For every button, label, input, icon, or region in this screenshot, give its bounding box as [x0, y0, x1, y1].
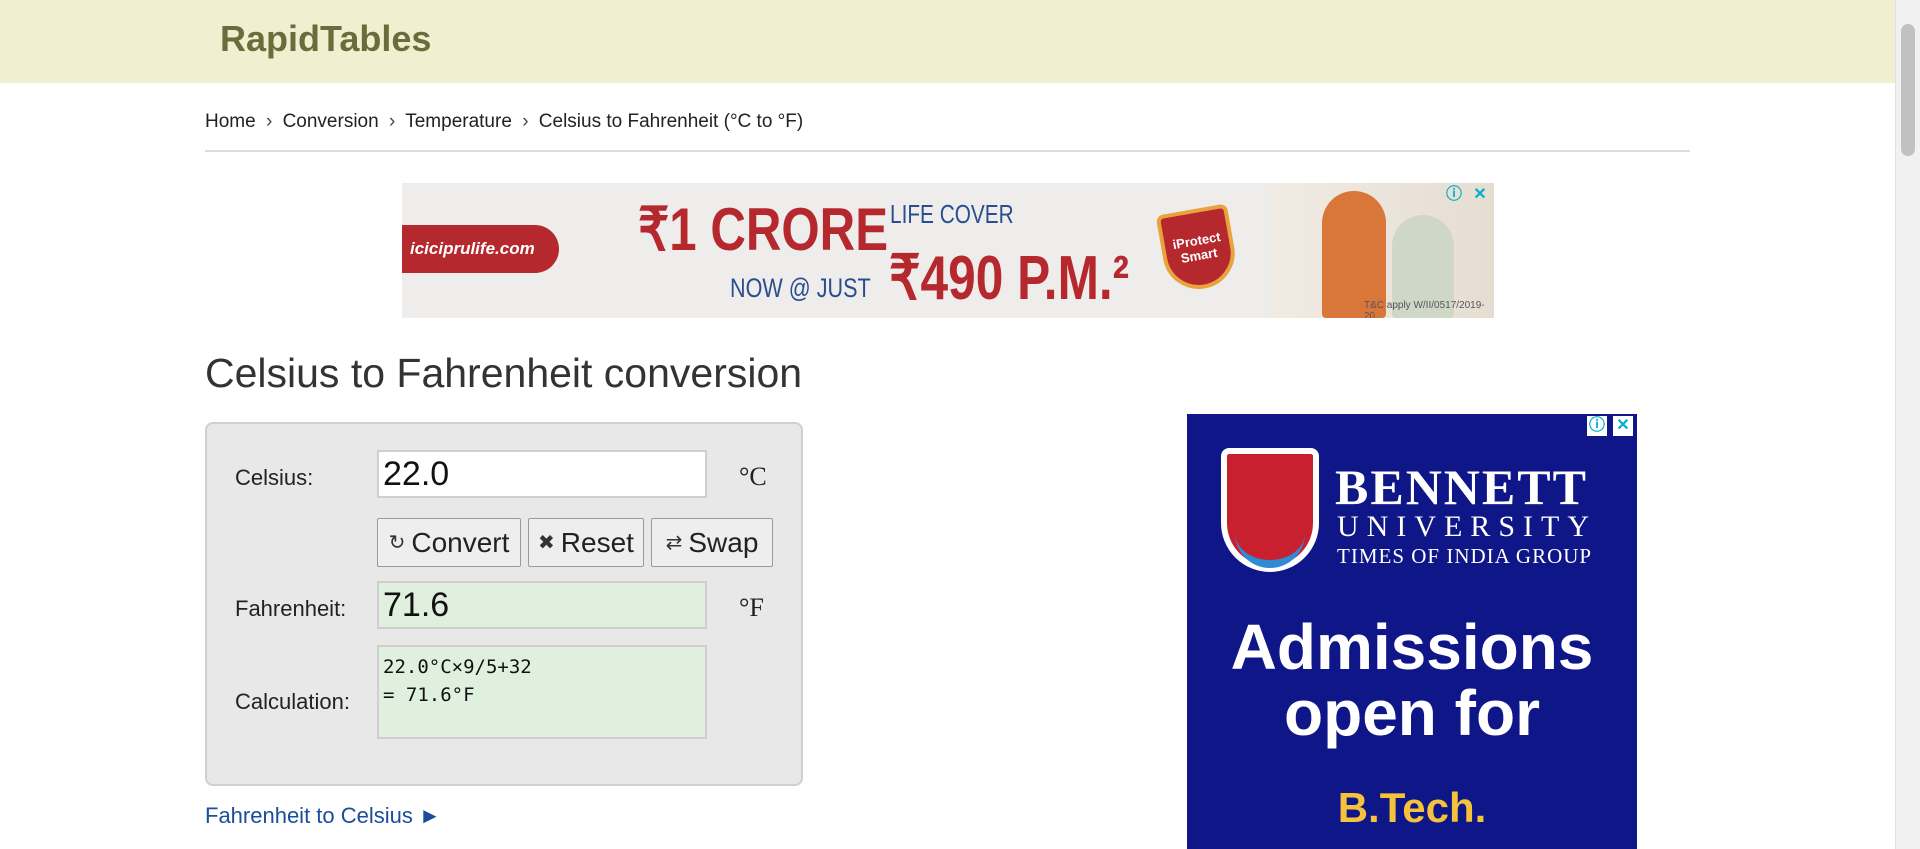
convert-button-label: Convert: [411, 526, 510, 558]
calculation-label: Calculation:: [235, 689, 350, 714]
celsius-unit: °C: [739, 462, 767, 491]
fahrenheit-unit: °F: [739, 593, 764, 622]
converter-panel: Celsius: °C ↻ Convert ✖ Reset ⇄ Swap Fah…: [205, 422, 803, 786]
site-header: RapidTables: [0, 0, 1896, 83]
ad-right-headline: Admissions open for: [1230, 611, 1594, 749]
breadcrumb-separator: ›: [265, 111, 273, 132]
vertical-scrollbar[interactable]: [1895, 0, 1920, 849]
fahrenheit-to-celsius-link[interactable]: Fahrenheit to Celsius ►: [205, 803, 441, 829]
ad-badge: iProtect Smart: [1155, 203, 1241, 295]
calculation-textarea[interactable]: 22.0°C×9/5+32 = 71.6°F: [377, 645, 707, 739]
ad-university: UNIVERSITY: [1337, 510, 1597, 543]
close-icon[interactable]: ✕: [1470, 185, 1490, 205]
swap-button-label: Swap: [688, 526, 759, 558]
close-icon[interactable]: ✕: [1613, 416, 1633, 436]
celsius-input[interactable]: [377, 450, 707, 498]
banner-ad[interactable]: iciciprulife.com ₹1 CRORE LIFE COVER NOW…: [402, 183, 1494, 318]
ad-now-text: NOW @ JUST: [730, 273, 871, 303]
ad-brand: BENNETT: [1335, 459, 1588, 515]
breadcrumb-temperature[interactable]: Temperature: [405, 111, 512, 132]
ad-controls: ⓘ ✕: [1587, 416, 1633, 436]
ad-person-man: [1322, 191, 1386, 318]
ad-headline: ₹1 CRORE: [638, 196, 889, 263]
scrollbar-thumb[interactable]: [1901, 24, 1915, 156]
ad-subheadline: LIFE COVER: [890, 199, 1014, 229]
university-crest-icon: [1221, 448, 1319, 572]
breadcrumb-separator: ›: [388, 111, 396, 132]
ad-right-program: B.Tech.: [1337, 784, 1487, 831]
breadcrumb-current: Celsius to Fahrenheit (°C to °F): [538, 111, 804, 132]
breadcrumb-divider: [205, 150, 1690, 152]
fahrenheit-label: Fahrenheit:: [235, 596, 347, 621]
fahrenheit-output[interactable]: [377, 581, 707, 629]
convert-button[interactable]: ↻ Convert: [377, 518, 521, 567]
ad-site-pill: iciciprulife.com: [402, 225, 559, 273]
breadcrumb: Home › Conversion › Temperature › Celsiu…: [205, 111, 803, 133]
ad-price: ₹490 P.M.²: [889, 244, 1130, 313]
swap-icon: ⇄: [665, 532, 683, 554]
page-title: Celsius to Fahrenheit conversion: [205, 350, 803, 396]
x-icon: ✖: [538, 532, 555, 554]
site-logo[interactable]: RapidTables: [220, 18, 431, 60]
breadcrumb-conversion[interactable]: Conversion: [283, 111, 379, 132]
ad-fine-print: T&C apply W/II/0517/2019-20: [1364, 300, 1485, 318]
celsius-label: Celsius:: [235, 465, 314, 490]
reset-button[interactable]: ✖ Reset: [528, 518, 644, 567]
info-icon[interactable]: ⓘ: [1587, 416, 1607, 436]
swap-button[interactable]: ⇄ Swap: [651, 518, 773, 567]
info-icon[interactable]: ⓘ: [1444, 185, 1464, 205]
ad-controls: ⓘ ✕: [1444, 185, 1490, 205]
sidebar-ad[interactable]: BENNETT UNIVERSITY TIMES OF INDIA GROUP …: [1187, 414, 1637, 849]
reset-button-label: Reset: [560, 526, 634, 558]
breadcrumb-home[interactable]: Home: [205, 111, 256, 132]
refresh-icon: ↻: [388, 532, 406, 554]
ad-group: TIMES OF INDIA GROUP: [1337, 544, 1593, 568]
breadcrumb-separator: ›: [522, 111, 529, 132]
